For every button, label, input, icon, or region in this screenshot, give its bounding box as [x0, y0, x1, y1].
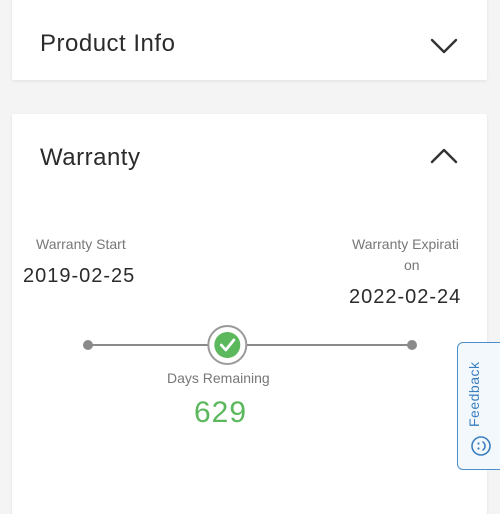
product-info-title: Product Info [40, 30, 176, 57]
chevron-down-icon[interactable] [429, 36, 459, 56]
timeline-start-dot [83, 340, 93, 350]
check-circle-icon [207, 325, 248, 365]
product-info-card[interactable]: Product Info [12, 0, 487, 80]
warranty-timeline [83, 325, 417, 365]
days-remaining-value: 629 [194, 396, 248, 429]
days-remaining-label: Days Remaining [167, 370, 270, 386]
smiley-icon [471, 436, 491, 456]
feedback-label: Feedback [466, 361, 482, 427]
warranty-card: Warranty Warranty Start 2019-02-25 Warra… [12, 114, 487, 514]
feedback-button[interactable]: Feedback [457, 342, 500, 470]
timeline-end-dot [407, 340, 417, 350]
